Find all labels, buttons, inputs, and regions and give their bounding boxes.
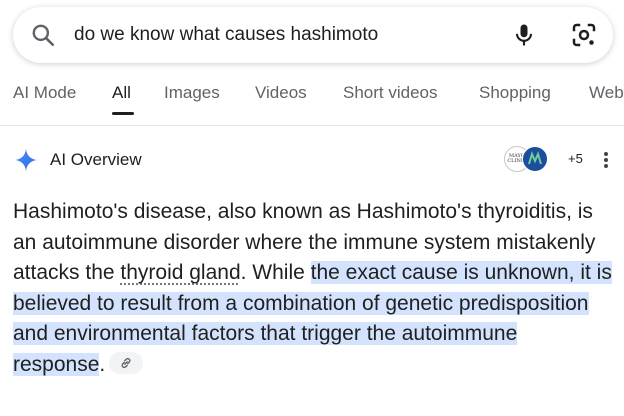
sparkle-icon — [15, 149, 37, 171]
overview-text-part: . While — [240, 261, 311, 284]
tab-all[interactable]: All — [112, 83, 131, 103]
tab-videos[interactable]: Videos — [255, 83, 307, 103]
mic-icon[interactable] — [510, 21, 538, 49]
thyroid-gland-link[interactable]: thyroid gland — [120, 261, 240, 284]
tab-web[interactable]: Web — [589, 83, 624, 103]
tab-ai-mode[interactable]: AI Mode — [13, 83, 76, 103]
more-vert-icon[interactable] — [596, 148, 616, 172]
search-input[interactable]: do we know what causes hashimoto — [74, 24, 378, 46]
link-icon — [121, 357, 131, 368]
source-logos[interactable]: MAYO CLINIC +5 — [504, 146, 584, 174]
search-tabs: AI Mode All Images Videos Short videos S… — [0, 80, 624, 126]
search-icon — [32, 24, 55, 47]
sources-more-count: +5 — [568, 151, 583, 166]
tab-images[interactable]: Images — [164, 83, 220, 103]
source-logo-icon — [522, 146, 548, 172]
tab-short-videos[interactable]: Short videos — [343, 83, 438, 103]
ai-overview-title: AI Overview — [50, 150, 142, 169]
overview-text-end: . — [99, 352, 106, 376]
ai-overview-text: Hashimoto's disease, also known as Hashi… — [13, 197, 613, 380]
tab-shopping[interactable]: Shopping — [479, 83, 551, 103]
camera-lens-icon[interactable] — [569, 20, 599, 50]
active-tab-indicator — [112, 112, 134, 115]
search-bar[interactable]: do we know what causes hashimoto — [13, 7, 613, 63]
citation-link-chip[interactable] — [109, 351, 144, 374]
ai-overview-header: AI Overview MAYO CLINIC +5 — [14, 146, 614, 174]
